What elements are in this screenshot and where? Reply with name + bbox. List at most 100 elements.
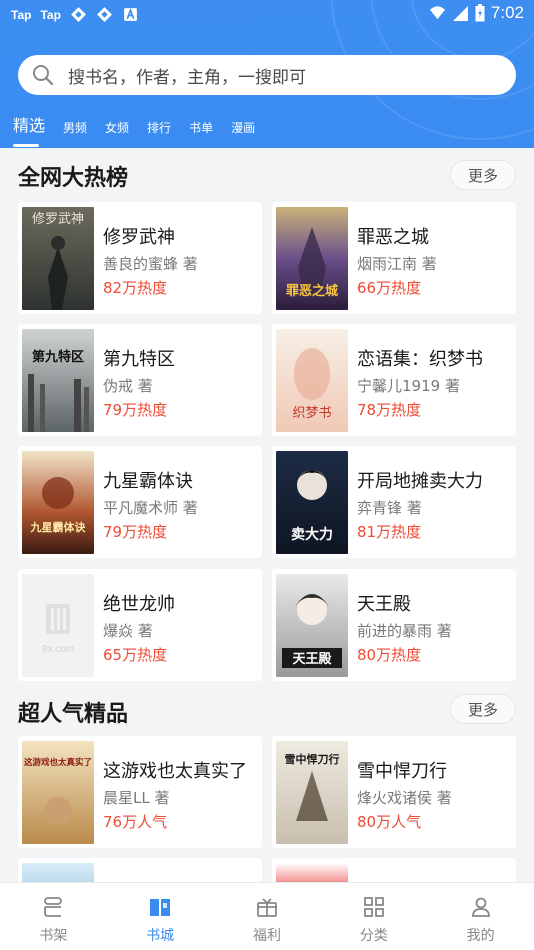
book-card[interactable]: 卖大力 开局地摊卖大力 弈青锋 著 81万热度 (272, 446, 516, 558)
book-title: 开局地摊卖大力 (357, 471, 483, 492)
book-card[interactable]: 九星霸体诀 九星霸体诀 平凡魔术师 著 79万热度 (18, 446, 262, 558)
tab-male[interactable]: 男频 (63, 119, 87, 136)
book-cover: 罪恶之城 (276, 207, 348, 310)
svg-text:雪中悍刀行: 雪中悍刀行 (285, 752, 340, 766)
book-card[interactable]: 9x.com 绝世龙帅 爆焱 著 65万热度 (18, 569, 262, 681)
bookshelf-icon (44, 897, 63, 917)
book-author: 烽火戏诸侯 著 (357, 789, 452, 807)
more-button[interactable]: 更多 (450, 694, 516, 724)
book-author: 善良的蜜蜂 著 (103, 255, 198, 273)
tab-ranking[interactable]: 排行 (147, 119, 171, 136)
book-card[interactable]: 修罗武神 修罗武神 善良的蜜蜂 著 82万热度 (18, 202, 262, 314)
book-heat: 82万热度 (103, 279, 168, 297)
book-title: 绝世龙帅 (103, 594, 175, 615)
svg-text:修罗武神: 修罗武神 (32, 212, 84, 227)
header: Tap Tap 7:02 搜书名，作者，主角，一搜即可 精选 男频 女频 排行 … (0, 0, 534, 148)
book-author: 爆焱 著 (103, 622, 153, 640)
book-title: 九星霸体诀 (103, 471, 193, 492)
tab-booklist[interactable]: 书单 (189, 119, 213, 136)
book-title: 这游戏也太真实了 (103, 761, 247, 782)
book-title: 雪中悍刀行 (357, 761, 447, 782)
book-heat: 80万人气 (357, 813, 422, 831)
book-heat: 76万人气 (103, 813, 168, 831)
book-author: 宁馨儿1919 著 (357, 377, 460, 395)
nav-label: 分类 (359, 928, 388, 944)
book-card[interactable]: 罪恶之城 罪恶之城 烟雨江南 著 66万热度 (272, 202, 516, 314)
profile-icon (471, 897, 490, 917)
nav-label: 我的 (466, 928, 495, 944)
tab-featured[interactable]: 精选 (13, 112, 45, 147)
status-bar: Tap Tap 7:02 (0, 0, 534, 30)
book-title: 恋语集：织梦书 (357, 349, 483, 370)
book-card[interactable]: 天王殿 天王殿 前进的暴雨 著 80万热度 (272, 569, 516, 681)
book-cover: 卖大力 (276, 451, 348, 554)
book-author: 晨星LL 著 (103, 789, 170, 807)
tab-comics[interactable]: 漫画 (231, 119, 255, 136)
book-cover: 天王殿 (276, 574, 348, 677)
bottom-navigation: 书架 书城 福利 分类 我的 (0, 882, 534, 950)
vpn-icon (96, 7, 112, 22)
nav-profile[interactable]: 我的 (427, 883, 534, 950)
nav-label: 书城 (146, 928, 175, 944)
book-card[interactable]: 雪中悍刀行 雪中悍刀行 烽火戏诸侯 著 80万人气 (272, 736, 516, 848)
svg-text:九星霸体诀: 九星霸体诀 (30, 520, 87, 534)
book-heat: 80万热度 (357, 646, 422, 664)
svg-text:9x.com: 9x.com (42, 644, 74, 655)
book-card[interactable]: 织梦书 恋语集：织梦书 宁馨儿1919 著 78万热度 (272, 324, 516, 436)
book-heat: 79万热度 (103, 401, 168, 419)
book-card[interactable]: 第九特区 第九特区 伪戒 著 79万热度 (18, 324, 262, 436)
taptap-icon: Tap (40, 7, 61, 22)
svg-text:卖大力: 卖大力 (291, 526, 333, 543)
bookstore-icon (150, 899, 171, 916)
svg-text:第九特区: 第九特区 (32, 349, 84, 365)
book-heat: 78万热度 (357, 401, 422, 419)
svg-text:天王殿: 天王殿 (292, 651, 332, 667)
book-title: 天王殿 (357, 594, 411, 615)
book-title: 修罗武神 (103, 227, 175, 248)
nav-bookshelf[interactable]: 书架 (0, 883, 107, 950)
search-icon (33, 65, 54, 86)
search-placeholder: 搜书名，作者，主角，一搜即可 (68, 67, 306, 88)
signal-icon (452, 5, 468, 21)
book-title: 第九特区 (103, 349, 175, 370)
category-tabs: 精选 男频 女频 排行 书单 漫画 (13, 112, 273, 147)
svg-text:织梦书: 织梦书 (292, 406, 331, 421)
taptap-icon: Tap (11, 7, 32, 22)
a-icon (124, 7, 137, 21)
search-bar[interactable]: 搜书名，作者，主角，一搜即可 (18, 55, 516, 95)
battery-icon (475, 4, 485, 22)
book-author: 前进的暴雨 著 (357, 622, 452, 640)
book-heat: 81万热度 (357, 523, 422, 541)
nav-bookstore[interactable]: 书城 (107, 883, 214, 950)
book-cover: 雪中悍刀行 (276, 741, 348, 844)
category-grid-icon (363, 897, 384, 917)
nav-label: 福利 (252, 928, 281, 944)
book-author: 弈青锋 著 (357, 499, 422, 517)
nav-welfare[interactable]: 福利 (214, 883, 321, 950)
svg-text:这游戏也太真实了: 这游戏也太真实了 (24, 757, 92, 768)
book-cover: 九星霸体诀 (22, 451, 94, 554)
book-author: 烟雨江南 著 (357, 255, 437, 273)
gift-icon (257, 898, 277, 917)
book-author: 伪戒 著 (103, 377, 153, 395)
book-heat: 79万热度 (103, 523, 168, 541)
book-cover: 修罗武神 (22, 207, 94, 310)
more-button[interactable]: 更多 (450, 160, 516, 190)
section-title: 超人气精品 (18, 702, 129, 727)
book-heat: 65万热度 (103, 646, 168, 664)
book-card[interactable]: 这游戏也太真实了 这游戏也太真实了 晨星LL 著 76万人气 (18, 736, 262, 848)
nav-label: 书架 (39, 928, 68, 944)
svg-text:罪恶之城: 罪恶之城 (286, 283, 338, 299)
book-title: 罪恶之城 (357, 227, 429, 248)
book-cover-placeholder: 9x.com (22, 574, 94, 677)
wifi-icon (429, 5, 445, 19)
clock: 7:02 (490, 3, 524, 22)
book-heat: 66万热度 (357, 279, 422, 297)
vpn-icon (70, 7, 86, 22)
book-author: 平凡魔术师 著 (103, 499, 198, 517)
section-title: 全网大热榜 (18, 166, 129, 191)
book-cover: 织梦书 (276, 329, 348, 432)
nav-category[interactable]: 分类 (320, 883, 427, 950)
book-cover: 第九特区 (22, 329, 94, 432)
tab-female[interactable]: 女频 (105, 119, 129, 136)
